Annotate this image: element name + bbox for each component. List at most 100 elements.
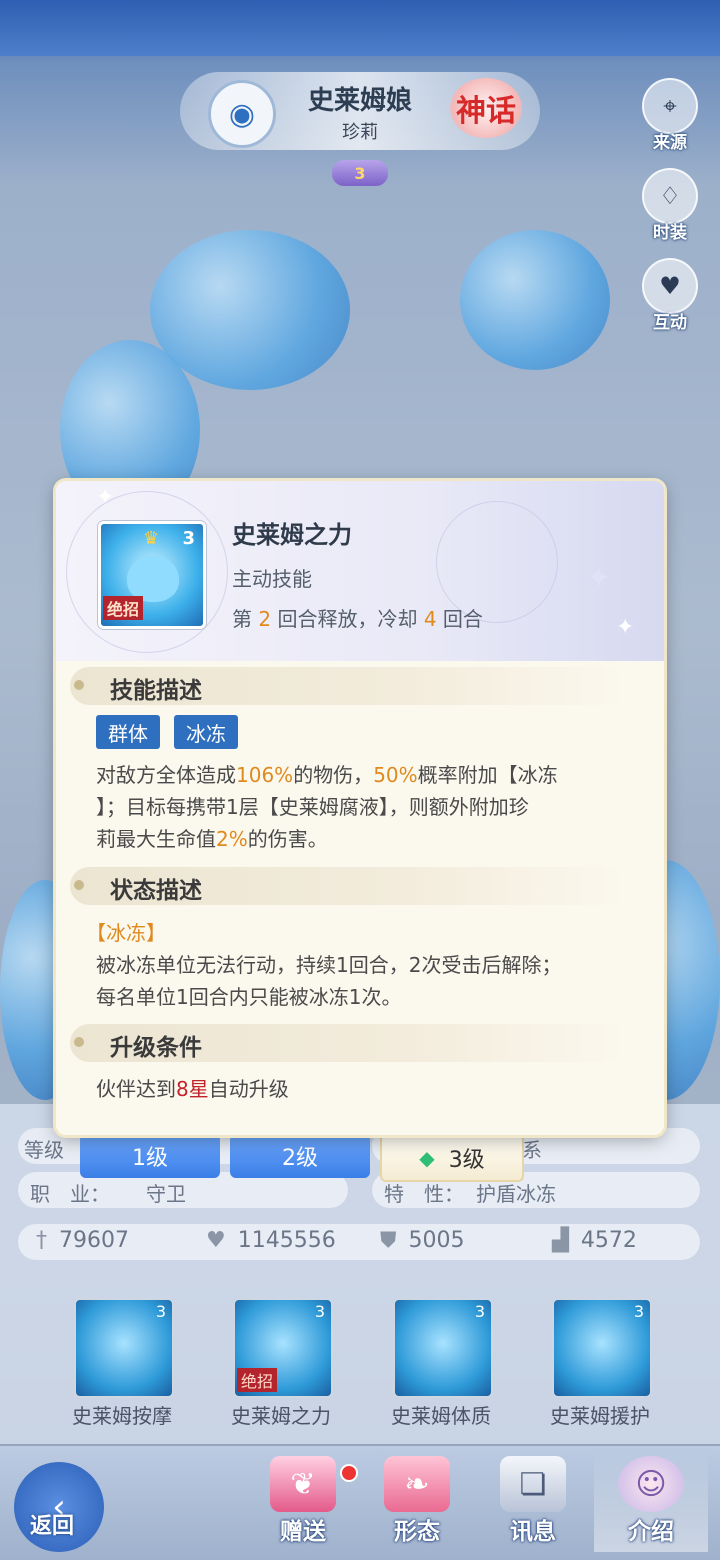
upgrade-text: 自动升级	[208, 1077, 289, 1101]
nav-form[interactable]: ❧ 形态	[360, 1452, 474, 1552]
source-button[interactable]: ⌖ 来源	[640, 78, 700, 158]
slime-blob	[460, 230, 610, 370]
attack-value: 79607	[59, 1228, 129, 1253]
hp-stat: ♥ 1145556	[206, 1228, 336, 1253]
open-book-icon: ❏	[500, 1456, 566, 1512]
sparkle-icon: ✦	[586, 561, 612, 596]
skill-slot-1[interactable]: 3	[74, 1298, 174, 1398]
costume-button[interactable]: ♢ 时装	[640, 168, 700, 248]
status-title: 状态描述	[110, 878, 202, 904]
cd-suffix: 回合	[436, 607, 483, 631]
cd-prefix: 第	[232, 607, 259, 631]
section-header: 技能描述	[70, 667, 630, 705]
hp-value: 1145556	[237, 1228, 336, 1253]
skill-level: 3	[182, 528, 195, 549]
desc-text: 莉最大生命值	[96, 827, 216, 851]
skill-detail-popup[interactable]: ✦ ✦ ✦ ♛ 3 绝招 史莱姆之力 主动技能 第 2 回合释放，冷却 4 回合…	[56, 481, 664, 1135]
speed-stat: ▟ 4572	[552, 1228, 637, 1253]
slime-blob	[150, 230, 350, 390]
back-label: 返回	[30, 1514, 75, 1539]
skill-cooldown: 第 2 回合释放，冷却 4 回合	[232, 603, 483, 632]
costume-label: 时装	[653, 223, 687, 243]
level-tab-2[interactable]: 2级	[230, 1134, 370, 1178]
bullet-icon	[74, 1037, 84, 1047]
gem-icon: ◆	[419, 1146, 435, 1170]
popup-header: ✦ ✦ ✦ ♛ 3 绝招 史莱姆之力 主动技能 第 2 回合释放，冷却 4 回合	[56, 481, 664, 661]
status-name: 【冰冻】	[86, 921, 166, 945]
desc-text: 对敌方全体造成	[96, 763, 236, 787]
skill-name: 史莱姆体质	[391, 1404, 491, 1428]
tag-aoe: 群体	[96, 715, 160, 749]
star-level-badge: 3	[332, 160, 388, 186]
top-bar	[0, 0, 720, 56]
hero-name: 史莱姆娘	[307, 86, 412, 116]
cd-turn: 2	[258, 607, 272, 631]
desc-text: 的伤害。	[247, 827, 328, 851]
section-header: 升级条件	[70, 1024, 630, 1062]
skill-level: 3	[155, 1302, 166, 1321]
skill-icon-large: ♛ 3 绝招	[98, 521, 206, 629]
cd-mid: 回合释放，冷却	[271, 607, 424, 631]
heart-icon: ♥	[642, 258, 698, 314]
desc-text: 概率附加【冰冻	[417, 763, 558, 787]
desc-line-2: 】；目标每携带1层【史莱姆腐液】，则额外附加珍	[96, 795, 529, 819]
ultimate-tag: 绝招	[103, 596, 144, 620]
speed-value: 4572	[580, 1228, 637, 1253]
job-value: 守卫	[146, 1182, 186, 1206]
shield-icon: ⛊	[380, 1228, 397, 1253]
attack-stat: † 79607	[36, 1228, 129, 1253]
level-tab-3[interactable]: ◆ 3级	[380, 1134, 524, 1182]
desc-value: 106%	[236, 763, 294, 787]
status-line-1: 被冰冻单位无法行动，持续1回合，2次受击后解除；	[96, 953, 562, 977]
skill-level: 3	[314, 1302, 325, 1321]
gift-book-icon: ❦	[270, 1456, 336, 1512]
desc-text: 的物伤，	[293, 763, 374, 787]
skill-slot-3[interactable]: 3	[393, 1298, 493, 1398]
desc-line-3: 莉最大生命值2%的伤害。	[96, 823, 636, 855]
defense-value: 5005	[408, 1228, 465, 1253]
boot-icon: ▟	[552, 1228, 569, 1253]
skill-level: 3	[474, 1302, 485, 1321]
nav-gift-label: 赠送	[280, 1519, 326, 1545]
skill-name: 史莱姆之力	[231, 1404, 331, 1428]
sparkle-icon: ✦	[616, 615, 635, 640]
skill-name: 史莱姆援护	[550, 1404, 650, 1428]
water-element-icon: ◉	[208, 80, 276, 148]
portrait-icon: ☺	[618, 1456, 684, 1512]
level-tab-1[interactable]: 1级	[80, 1134, 220, 1178]
crown-icon: ♛	[143, 528, 160, 549]
skill-slot-4[interactable]: 3	[552, 1298, 652, 1398]
skill-slot-2[interactable]: 3 绝招	[233, 1298, 333, 1398]
upgrade-title: 升级条件	[110, 1035, 202, 1061]
nav-info[interactable]: ❏ 讯息	[476, 1452, 590, 1552]
nav-intro[interactable]: ☺ 介绍	[594, 1452, 708, 1552]
ultimate-tag: 绝招	[237, 1368, 278, 1392]
notification-dot	[340, 1464, 358, 1482]
skill-name: 史莱姆按摩	[72, 1404, 172, 1428]
faction-suffix: 系	[522, 1138, 542, 1162]
nav-intro-label: 介绍	[628, 1519, 674, 1545]
location-pin-icon: ⌖	[642, 78, 698, 134]
status-line-2: 每名单位1回合内只能被冰冻1次。	[96, 985, 402, 1009]
upgrade-text: 伙伴达到	[96, 1077, 176, 1101]
hero-subtitle: 珍莉	[342, 122, 378, 143]
sparkle-icon: ✦	[96, 485, 115, 510]
rarity-badge: 神话	[450, 78, 522, 138]
heart-icon: ♥	[206, 1228, 226, 1253]
defense-stat: ⛊ 5005	[380, 1228, 465, 1253]
trait-label: 特 性：	[384, 1182, 464, 1206]
level-tab-3-label: 3级	[448, 1148, 485, 1173]
trait-value: 护盾冰冻	[476, 1182, 556, 1206]
wings-icon: ❧	[384, 1456, 450, 1512]
desc-title: 技能描述	[110, 678, 202, 704]
bullet-icon	[74, 680, 84, 690]
upgrade-value: 8星	[176, 1077, 209, 1101]
source-label: 来源	[653, 133, 687, 153]
skill-title: 史莱姆之力	[232, 521, 352, 549]
nav-info-label: 讯息	[510, 1519, 556, 1545]
desc-line-1: 对敌方全体造成106%的物伤，50%概率附加【冰冻	[96, 759, 636, 791]
interact-button[interactable]: ♥ 互动	[640, 258, 700, 338]
nav-form-label: 形态	[394, 1519, 440, 1545]
bullet-icon	[74, 880, 84, 890]
job-label: 职 业：	[30, 1182, 110, 1206]
